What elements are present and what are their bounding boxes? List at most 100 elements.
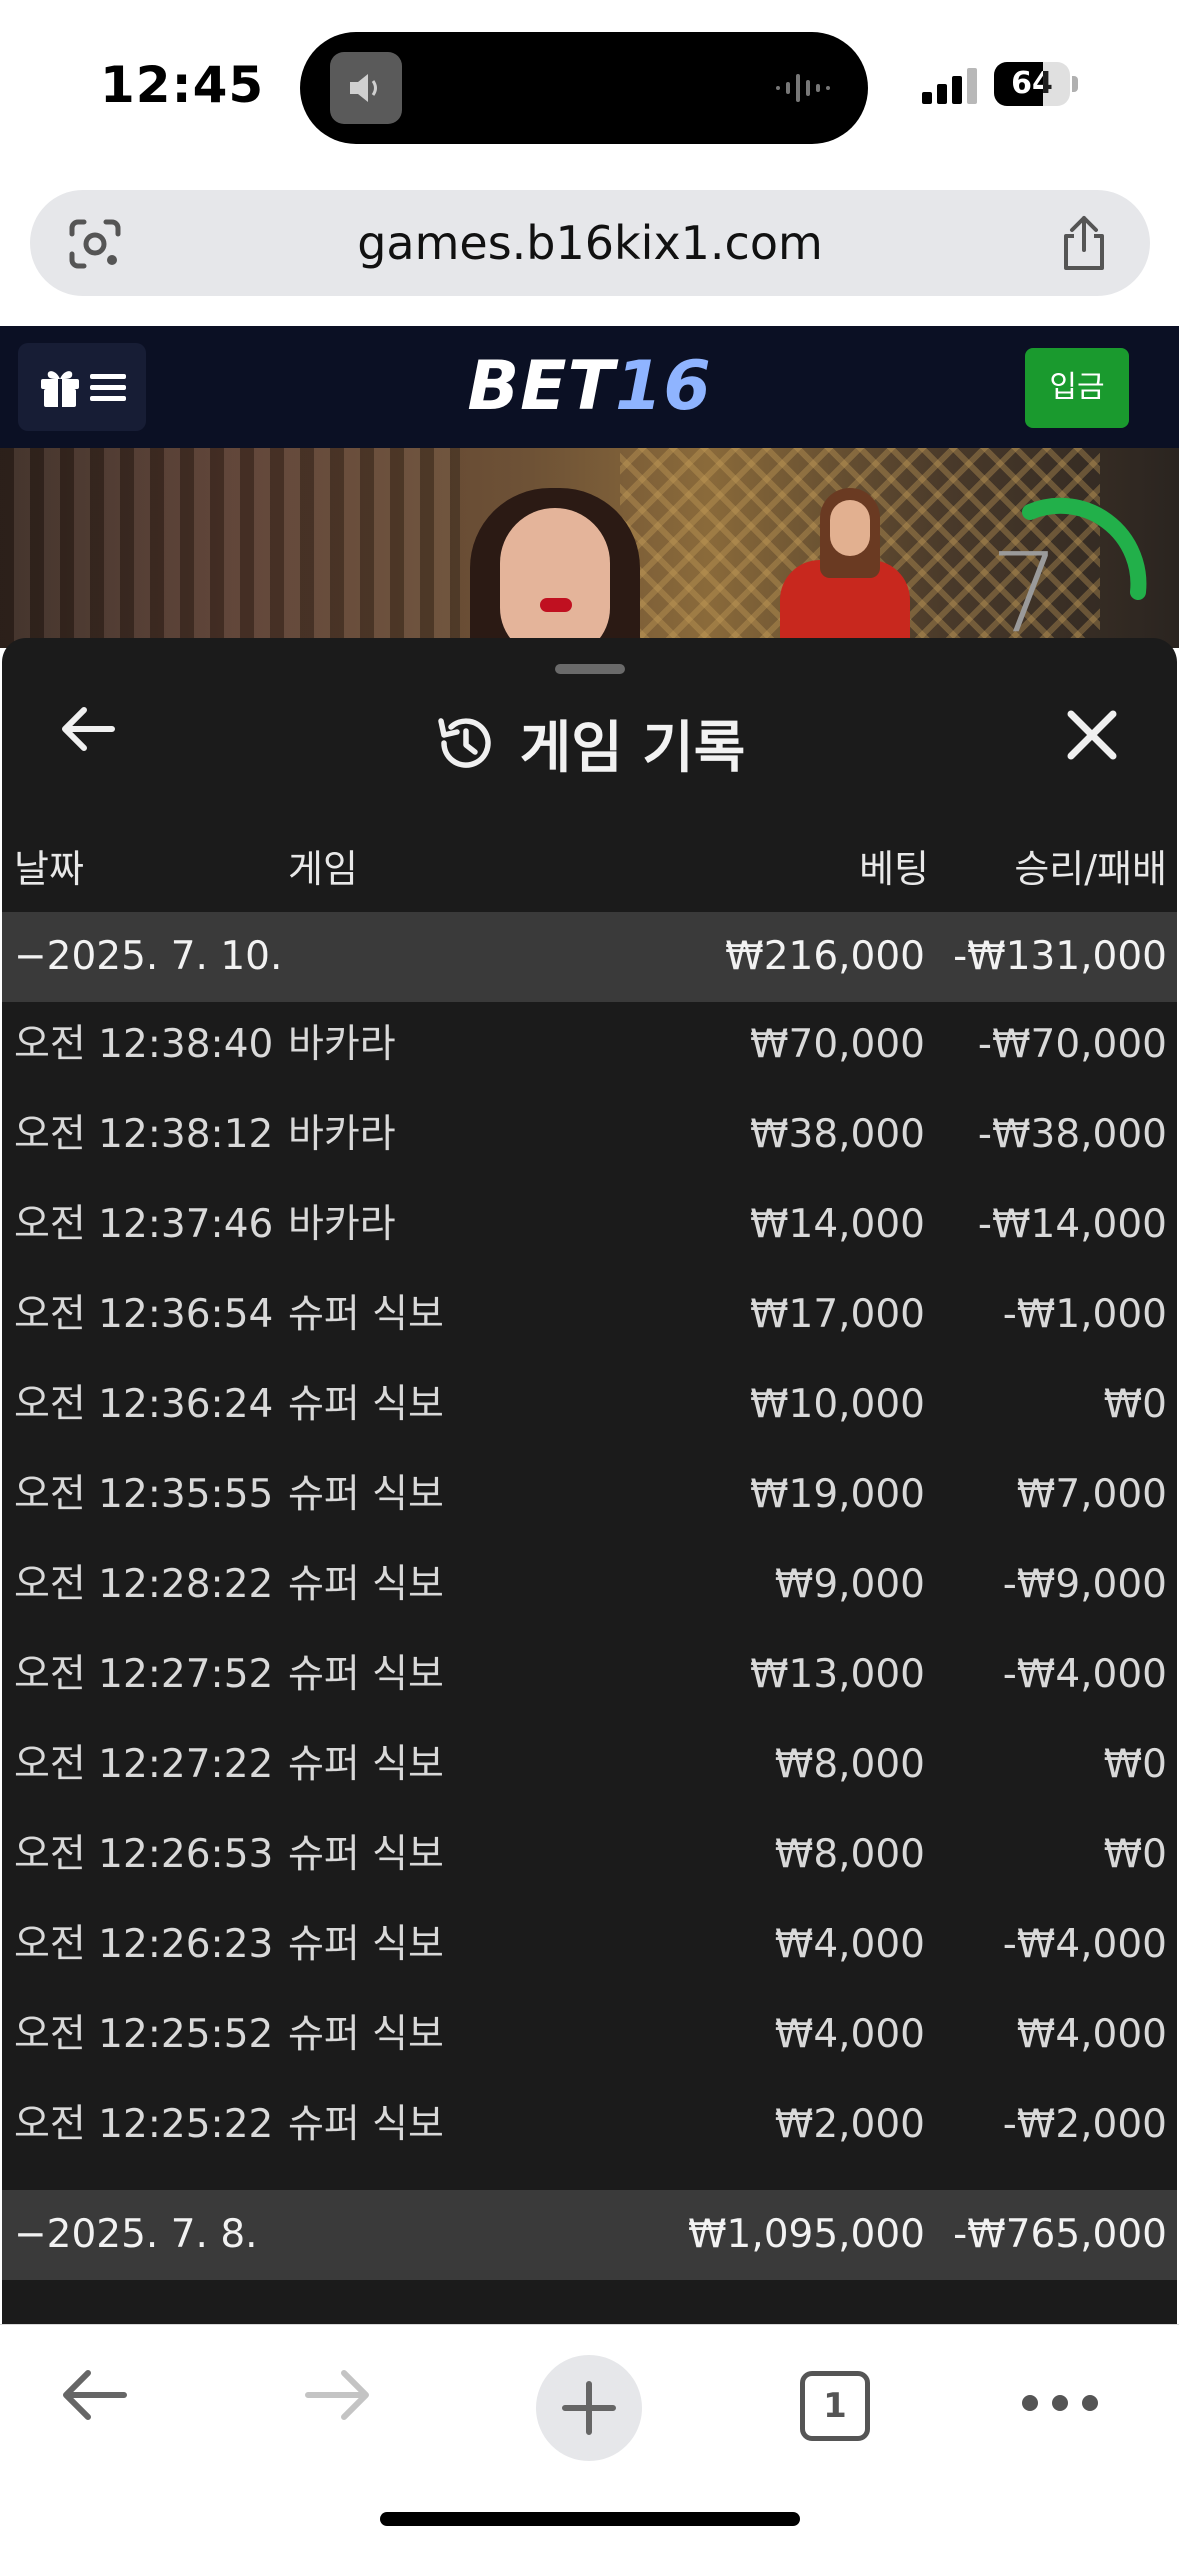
more-dot (1052, 2395, 1068, 2411)
history-row[interactable]: 오전 12:27:52 슈퍼 식보 ₩13,000 -₩4,000 (2, 1630, 1177, 1720)
row-bet: ₩2,000 (774, 2102, 925, 2147)
history-row[interactable]: 오전 12:26:53 슈퍼 식보 ₩8,000 ₩0 (2, 1810, 1177, 1900)
history-icon (437, 718, 491, 768)
row-time: 오전 12:27:52 (14, 1652, 274, 1697)
deposit-button[interactable]: 입금 (1025, 348, 1129, 428)
history-row[interactable]: 오전 12:25:52 슈퍼 식보 ₩4,000 ₩4,000 (2, 1990, 1177, 2080)
row-game: 슈퍼 식보 (288, 1742, 444, 1787)
row-win-loss: -₩1,000 (1002, 1292, 1167, 1337)
history-row[interactable]: 오전 12:36:54 슈퍼 식보 ₩17,000 -₩1,000 (2, 1270, 1177, 1360)
row-bet: ₩10,000 (749, 1382, 925, 1427)
row-game: 슈퍼 식보 (288, 2012, 444, 2057)
date-group-row[interactable]: −2025. 7. 8. ₩1,095,000 -₩765,000 (2, 2190, 1177, 2280)
row-time: 오전 12:38:40 (14, 1022, 274, 1067)
speaker-icon (330, 52, 402, 124)
history-row[interactable]: 오전 12:27:22 슈퍼 식보 ₩8,000 ₩0 (2, 1720, 1177, 1810)
row-bet: ₩4,000 (774, 2012, 925, 2057)
clipped-row (2, 2310, 1177, 2324)
more-menu-button[interactable] (1022, 2395, 1098, 2411)
column-header-win-loss[interactable]: 승리/패배 (1014, 834, 1167, 904)
close-icon[interactable] (1067, 710, 1117, 760)
row-time: 오전 12:36:24 (14, 1382, 274, 1427)
row-win-loss: -₩4,000 (1002, 1922, 1167, 1967)
row-game: 슈퍼 식보 (288, 2102, 444, 2147)
history-row[interactable]: 오전 12:26:23 슈퍼 식보 ₩4,000 -₩4,000 (2, 1900, 1177, 1990)
row-game: 슈퍼 식보 (288, 1472, 444, 1517)
address-bar[interactable]: games.b16kix1.com (30, 190, 1150, 296)
url-text[interactable]: games.b16kix1.com (30, 190, 1150, 296)
status-time: 12:45 (100, 56, 265, 114)
cellular-signal-icon (922, 68, 977, 104)
history-row[interactable]: 오전 12:38:12 바카라 ₩38,000 -₩38,000 (2, 1090, 1177, 1180)
curtain-background (0, 448, 460, 648)
row-game: 슈퍼 식보 (288, 1292, 444, 1337)
browser-forward-icon[interactable] (302, 2365, 374, 2425)
date-group-row[interactable]: −2025. 7. 10. ₩216,000 -₩131,000 (2, 912, 1177, 1002)
countdown-number: 7 (990, 529, 1060, 648)
row-time: 오전 12:26:23 (14, 1922, 274, 1967)
row-bet: ₩9,000 (774, 1562, 925, 1607)
row-game: 슈퍼 식보 (288, 1382, 444, 1427)
row-bet: ₩4,000 (774, 1922, 925, 1967)
dynamic-island (300, 32, 868, 144)
dealer-lips (540, 598, 572, 612)
row-game: 슈퍼 식보 (288, 1922, 444, 1967)
history-row[interactable]: 오전 12:38:40 바카라 ₩70,000 -₩70,000 (2, 1000, 1177, 1090)
row-bet: ₩14,000 (749, 1202, 925, 1247)
sheet-title-wrap: 게임 기록 (2, 698, 1177, 788)
history-row[interactable]: 오전 12:25:22 슈퍼 식보 ₩2,000 -₩2,000 (2, 2080, 1177, 2170)
group-date: −2025. 7. 8. (14, 2212, 258, 2257)
game-history-sheet: 게임 기록 날짜 게임 베팅 승리/패배 −2025. 7. 10. ₩216,… (2, 638, 1177, 2324)
browser-back-icon[interactable] (58, 2365, 130, 2425)
history-row[interactable]: 오전 12:28:22 슈퍼 식보 ₩9,000 -₩9,000 (2, 1540, 1177, 1630)
row-game: 바카라 (288, 1112, 396, 1157)
row-win-loss: ₩7,000 (1016, 1472, 1167, 1517)
history-row[interactable]: 오전 12:36:24 슈퍼 식보 ₩10,000 ₩0 (2, 1360, 1177, 1450)
group-bet-total: ₩1,095,000 (687, 2212, 925, 2257)
logo-main: BET (467, 347, 616, 426)
share-icon[interactable] (1060, 214, 1108, 272)
gift-icon (41, 371, 79, 407)
more-dot (1082, 2395, 1098, 2411)
group-win-loss-total: -₩765,000 (953, 2212, 1167, 2257)
plus-icon (562, 2381, 616, 2435)
status-bar: 12:45 64 (0, 0, 1179, 180)
row-time: 오전 12:35:55 (14, 1472, 274, 1517)
row-game: 슈퍼 식보 (288, 1562, 444, 1607)
row-win-loss: -₩2,000 (1002, 2102, 1167, 2147)
row-win-loss: ₩4,000 (1016, 2012, 1167, 2057)
sheet-title: 게임 기록 (519, 715, 746, 781)
row-win-loss: -₩38,000 (977, 1112, 1167, 1157)
row-game: 슈퍼 식보 (288, 1652, 444, 1697)
history-row[interactable]: 오전 12:35:55 슈퍼 식보 ₩19,000 ₩7,000 (2, 1450, 1177, 1540)
new-tab-button[interactable] (536, 2355, 642, 2461)
history-rows: 오전 12:38:40 바카라 ₩70,000 -₩70,000 오전 12:38:1… (2, 1000, 1177, 2170)
row-game: 바카라 (288, 1202, 396, 1247)
battery-level: 64 (1011, 66, 1053, 101)
group-win-loss-total: -₩131,000 (953, 934, 1167, 979)
live-video: 7 (0, 448, 1179, 648)
column-header-bet[interactable]: 베팅 (859, 834, 929, 904)
column-header-date[interactable]: 날짜 (14, 834, 84, 904)
row-game: 바카라 (288, 1022, 396, 1067)
row-time: 오전 12:27:22 (14, 1742, 274, 1787)
menu-button[interactable] (18, 343, 146, 431)
home-indicator[interactable] (380, 2512, 800, 2526)
site-logo[interactable]: BET16 (0, 326, 1179, 448)
row-time: 오전 12:28:22 (14, 1562, 274, 1607)
second-dealer-face (830, 500, 870, 556)
audio-wave-icon (776, 74, 830, 102)
row-bet: ₩70,000 (749, 1022, 925, 1067)
row-time: 오전 12:36:54 (14, 1292, 274, 1337)
row-win-loss: -₩9,000 (1002, 1562, 1167, 1607)
tab-switcher-button[interactable]: 1 (800, 2371, 870, 2441)
column-header-game[interactable]: 게임 (288, 834, 358, 904)
row-win-loss: -₩70,000 (977, 1022, 1167, 1067)
hamburger-icon (90, 374, 126, 401)
dealer-face (500, 508, 610, 648)
row-time: 오전 12:25:22 (14, 2102, 274, 2147)
sheet-drag-handle[interactable] (555, 664, 625, 674)
row-bet: ₩17,000 (749, 1292, 925, 1337)
row-bet: ₩19,000 (749, 1472, 925, 1517)
history-row[interactable]: 오전 12:37:46 바카라 ₩14,000 -₩14,000 (2, 1180, 1177, 1270)
